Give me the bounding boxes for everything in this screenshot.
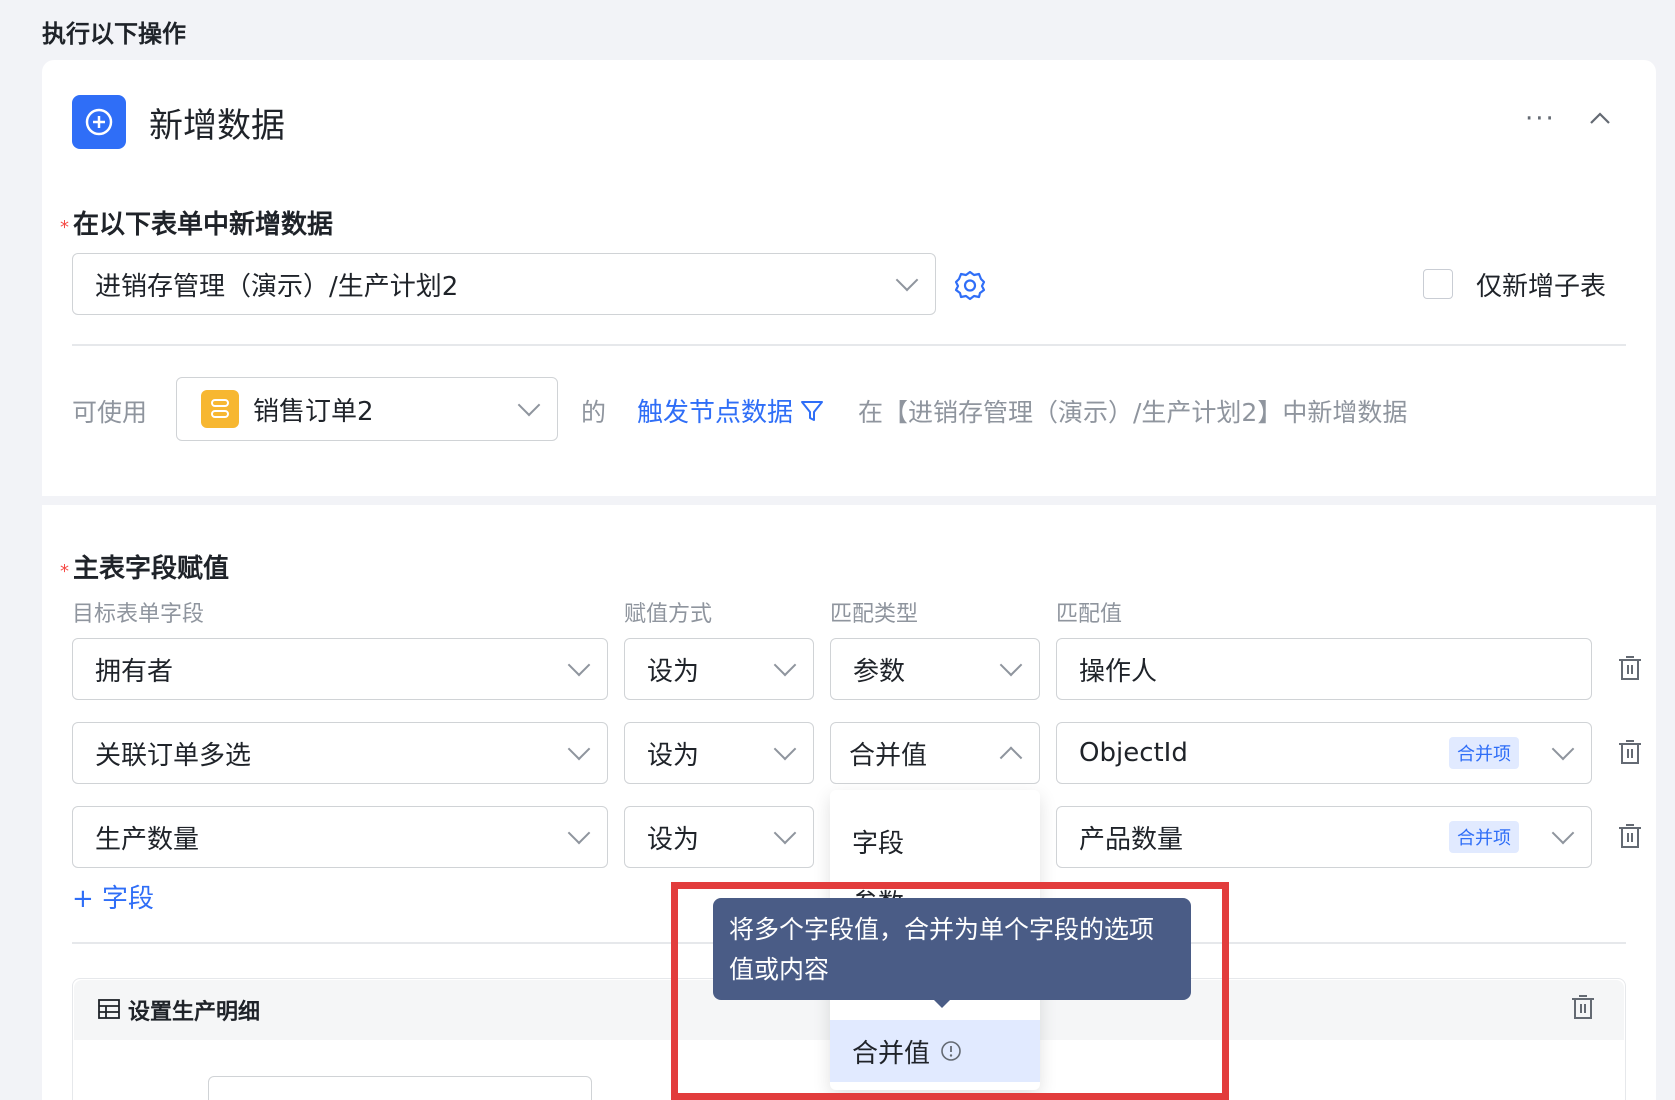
method-select[interactable]: 设为 bbox=[624, 806, 814, 868]
add-data-icon bbox=[72, 95, 126, 149]
match-type-value: 合并值 bbox=[849, 740, 928, 771]
merge-tag: 合并项 bbox=[1449, 737, 1519, 769]
method-value: 设为 bbox=[647, 824, 700, 855]
gear-icon[interactable] bbox=[953, 268, 987, 302]
field-select[interactable]: 关联订单多选 bbox=[72, 722, 608, 784]
method-value: 设为 bbox=[647, 656, 700, 687]
field-value: 生产数量 bbox=[95, 824, 200, 855]
target-form-label: * 在以下表单中新增数据 bbox=[60, 210, 334, 240]
chevron-down-icon bbox=[1551, 821, 1575, 845]
section-title: 执行以下操作 bbox=[42, 20, 186, 48]
trash-icon[interactable] bbox=[1618, 823, 1642, 849]
option-field[interactable]: 字段 bbox=[830, 810, 1040, 872]
match-value: 产品数量 bbox=[1079, 824, 1184, 855]
match-value-select[interactable]: 产品数量 合并项 bbox=[1056, 806, 1592, 868]
source-form-value: 销售订单2 bbox=[253, 396, 374, 427]
match-type-select-open[interactable]: 合并值 bbox=[830, 722, 1040, 784]
match-type-value: 参数 bbox=[853, 656, 906, 687]
of-text: 的 bbox=[581, 398, 607, 427]
header-method: 赋值方式 bbox=[624, 602, 713, 627]
field-value: 关联订单多选 bbox=[95, 740, 252, 771]
trash-icon[interactable] bbox=[1618, 739, 1642, 765]
merge-tag: 合并项 bbox=[1449, 821, 1519, 853]
header-match-type: 匹配类型 bbox=[830, 602, 919, 627]
chevron-down-icon bbox=[567, 653, 591, 677]
chevron-down-icon bbox=[567, 737, 591, 761]
field-value: 拥有者 bbox=[95, 656, 174, 687]
card-title: 新增数据 bbox=[149, 106, 285, 146]
field-select[interactable]: 生产数量 bbox=[72, 806, 608, 868]
match-value-input[interactable]: 操作人 bbox=[1056, 638, 1592, 700]
header-match-value: 匹配值 bbox=[1056, 602, 1123, 627]
main-fields-label: * 主表字段赋值 bbox=[60, 554, 230, 584]
collapse-icon[interactable] bbox=[1588, 106, 1612, 130]
divider bbox=[72, 344, 1626, 346]
chevron-down-icon bbox=[517, 393, 541, 417]
source-form-select[interactable]: 销售订单2 bbox=[176, 377, 558, 441]
match-value: ObjectId bbox=[1079, 738, 1188, 768]
chevron-down-icon bbox=[895, 268, 919, 292]
table-icon bbox=[98, 998, 120, 1020]
only-subtable-label: 仅新增子表 bbox=[1476, 272, 1607, 302]
trigger-link-text: 触发节点数据 bbox=[637, 398, 794, 428]
trash-icon[interactable] bbox=[1571, 994, 1595, 1020]
header-target-field: 目标表单字段 bbox=[72, 602, 205, 627]
highlight-annotation bbox=[671, 882, 1229, 1100]
trigger-node-data-link[interactable]: 触发节点数据 bbox=[637, 392, 825, 429]
chevron-down-icon bbox=[999, 653, 1023, 677]
usable-label: 可使用 bbox=[72, 398, 148, 427]
field-select[interactable]: 拥有者 bbox=[72, 638, 608, 700]
method-select[interactable]: 设为 bbox=[624, 722, 814, 784]
chevron-down-icon bbox=[773, 821, 797, 845]
chevron-down-icon bbox=[1551, 737, 1575, 761]
sub-table-source-select[interactable] bbox=[208, 1076, 592, 1100]
more-icon[interactable]: ··· bbox=[1525, 104, 1556, 134]
chevron-up-icon bbox=[999, 746, 1023, 770]
match-value-select[interactable]: ObjectId 合并项 bbox=[1056, 722, 1592, 784]
target-form-select[interactable]: 进销存管理（演示）/生产计划2 bbox=[72, 253, 936, 315]
chevron-down-icon bbox=[567, 821, 591, 845]
trash-icon[interactable] bbox=[1618, 655, 1642, 681]
chevron-down-icon bbox=[773, 737, 797, 761]
chevron-down-icon bbox=[773, 653, 797, 677]
usable-description: 在【进销存管理（演示）/生产计划2】中新增数据 bbox=[858, 398, 1408, 427]
match-type-select[interactable]: 参数 bbox=[830, 638, 1040, 700]
match-value: 操作人 bbox=[1079, 656, 1158, 687]
add-field-button[interactable]: + 字段 bbox=[72, 878, 154, 915]
sub-table-title: 设置生产明细 bbox=[128, 1000, 261, 1025]
method-select[interactable]: 设为 bbox=[624, 638, 814, 700]
method-value: 设为 bbox=[647, 740, 700, 771]
form-icon bbox=[201, 390, 239, 428]
filter-icon bbox=[801, 400, 824, 421]
only-subtable-checkbox[interactable] bbox=[1423, 269, 1453, 299]
target-form-value: 进销存管理（演示）/生产计划2 bbox=[95, 271, 459, 302]
